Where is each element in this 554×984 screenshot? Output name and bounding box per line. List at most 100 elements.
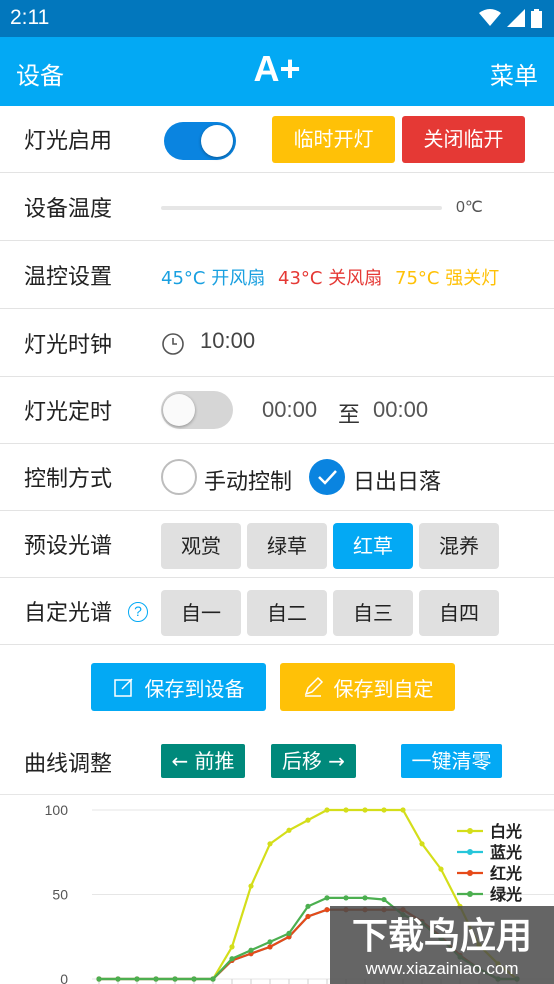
data-point — [191, 976, 197, 982]
sunrise-sunset-radio[interactable] — [309, 459, 345, 495]
data-point — [362, 895, 368, 901]
svg-text:下载鸟应用: 下载鸟应用 — [352, 916, 532, 957]
data-point — [248, 883, 254, 889]
timer-end-time[interactable]: 00:00 — [373, 397, 428, 423]
fan-on-setting: 45°C 开风扇 — [161, 268, 266, 289]
y-tick-label: 100 — [45, 802, 69, 818]
light-enable-toggle[interactable] — [164, 122, 236, 160]
temp-control-row[interactable]: 温控设置 45°C 开风扇 43°C 关风扇 75°C 强关灯 — [0, 242, 554, 309]
light-clock-row[interactable]: 灯光时钟 10:00 — [0, 310, 554, 377]
legend-label: 白光 — [490, 822, 522, 841]
data-point — [248, 947, 254, 953]
data-point — [229, 956, 235, 962]
clock-icon — [162, 333, 184, 355]
sunrise-sunset-label[interactable]: 日出日落 — [353, 464, 441, 496]
menu-button[interactable]: 菜单 — [490, 56, 538, 91]
preset-ornamental-button[interactable]: 观赏 — [161, 523, 241, 569]
legend-label: 绿光 — [490, 885, 522, 904]
data-point — [324, 895, 330, 901]
data-point — [267, 939, 273, 945]
data-point — [438, 866, 444, 872]
light-enable-label: 灯光启用 — [24, 129, 113, 154]
data-point — [286, 827, 292, 833]
data-point — [96, 976, 102, 982]
y-tick-label: 50 — [52, 887, 68, 903]
clock-time[interactable]: 10:00 — [200, 328, 255, 354]
app-bar: 设备 A+ 菜单 — [0, 37, 554, 106]
app-title: A+ — [253, 48, 301, 89]
custom-1-button[interactable]: 自一 — [161, 590, 241, 636]
data-point — [172, 976, 178, 982]
temp-control-label: 温控设置 — [24, 265, 113, 290]
status-icons — [479, 8, 542, 28]
temp-value: 0℃ — [456, 199, 483, 216]
device-temp-row: 设备温度 0℃ — [0, 174, 554, 241]
data-point — [153, 976, 159, 982]
manual-control-label[interactable]: 手动控制 — [204, 464, 292, 496]
legend-dot — [467, 849, 473, 855]
preset-spectrum-label: 预设光谱 — [24, 534, 113, 559]
light-clock-label: 灯光时钟 — [24, 333, 113, 358]
data-point — [286, 930, 292, 936]
data-point — [381, 807, 387, 813]
check-icon — [318, 470, 337, 485]
custom-2-button[interactable]: 自二 — [247, 590, 327, 636]
save-to-custom-button[interactable]: 保存到自定 — [280, 663, 455, 711]
data-point — [305, 903, 311, 909]
custom-spectrum-label: 自定光谱 — [24, 601, 113, 626]
data-point — [381, 896, 387, 903]
control-mode-label: 控制方式 — [24, 467, 113, 492]
data-point — [324, 807, 330, 813]
help-icon[interactable]: ? — [128, 602, 148, 622]
toggle-knob — [201, 125, 233, 157]
data-point — [210, 976, 216, 982]
preset-red-grass-button[interactable]: 红草 — [333, 523, 413, 569]
preset-spectrum-row: 预设光谱 观赏 绿草 红草 混养 — [0, 511, 554, 578]
pencil-icon — [304, 676, 323, 697]
curve-clear-button[interactable]: 一键清零 — [401, 744, 502, 778]
watermark-logo: 下载鸟应用 www.xiazainiao.com — [330, 906, 554, 984]
save-to-device-button[interactable]: 保存到设备 — [91, 663, 266, 711]
legend-dot — [467, 870, 473, 876]
close-temp-button[interactable]: 关闭临开 — [402, 116, 525, 163]
preset-green-grass-button[interactable]: 绿草 — [247, 523, 327, 569]
custom-3-button[interactable]: 自三 — [333, 590, 413, 636]
light-timer-label: 灯光定时 — [24, 400, 113, 425]
status-time: 2:11 — [10, 6, 50, 29]
y-tick-label: 0 — [60, 971, 68, 984]
data-point — [229, 944, 235, 950]
curve-back-button[interactable]: 后移 → — [271, 744, 356, 778]
timer-separator: 至 — [338, 403, 361, 428]
manual-control-radio[interactable] — [161, 459, 197, 495]
svg-text:www.xiazainiao.com: www.xiazainiao.com — [364, 959, 518, 978]
data-point — [305, 913, 311, 920]
curve-adjust-label: 曲线调整 — [24, 752, 113, 777]
data-point — [115, 976, 121, 982]
device-temp-label: 设备温度 — [24, 197, 113, 222]
data-point — [419, 841, 425, 847]
data-point — [362, 807, 368, 813]
preset-mixed-button[interactable]: 混养 — [419, 523, 499, 569]
curve-forward-button[interactable]: ← 前推 — [161, 744, 245, 778]
wifi-icon — [479, 9, 501, 26]
toggle-knob — [163, 394, 195, 426]
control-mode-row: 控制方式 手动控制 日出日落 — [0, 444, 554, 511]
legend-label: 蓝光 — [490, 843, 522, 862]
data-point — [324, 907, 330, 913]
data-point — [400, 807, 406, 813]
fan-off-setting: 43°C 关风扇 — [278, 268, 383, 289]
data-point — [305, 817, 311, 823]
custom-4-button[interactable]: 自四 — [419, 590, 499, 636]
status-bar: 2:11 — [0, 0, 554, 37]
light-enable-row: 灯光启用 临时开灯 关闭临开 — [0, 106, 554, 173]
temp-slider[interactable] — [161, 206, 442, 210]
temp-on-button[interactable]: 临时开灯 — [272, 116, 395, 163]
light-timer-toggle[interactable] — [161, 391, 233, 429]
legend-dot — [467, 828, 473, 834]
timer-start-time[interactable]: 00:00 — [262, 397, 317, 423]
save-to-custom-label: 保存到自定 — [333, 676, 434, 701]
save-to-device-label: 保存到设备 — [144, 676, 245, 701]
data-point — [267, 841, 273, 847]
light-off-setting: 75°C 强关灯 — [395, 268, 500, 289]
battery-icon — [531, 8, 542, 28]
